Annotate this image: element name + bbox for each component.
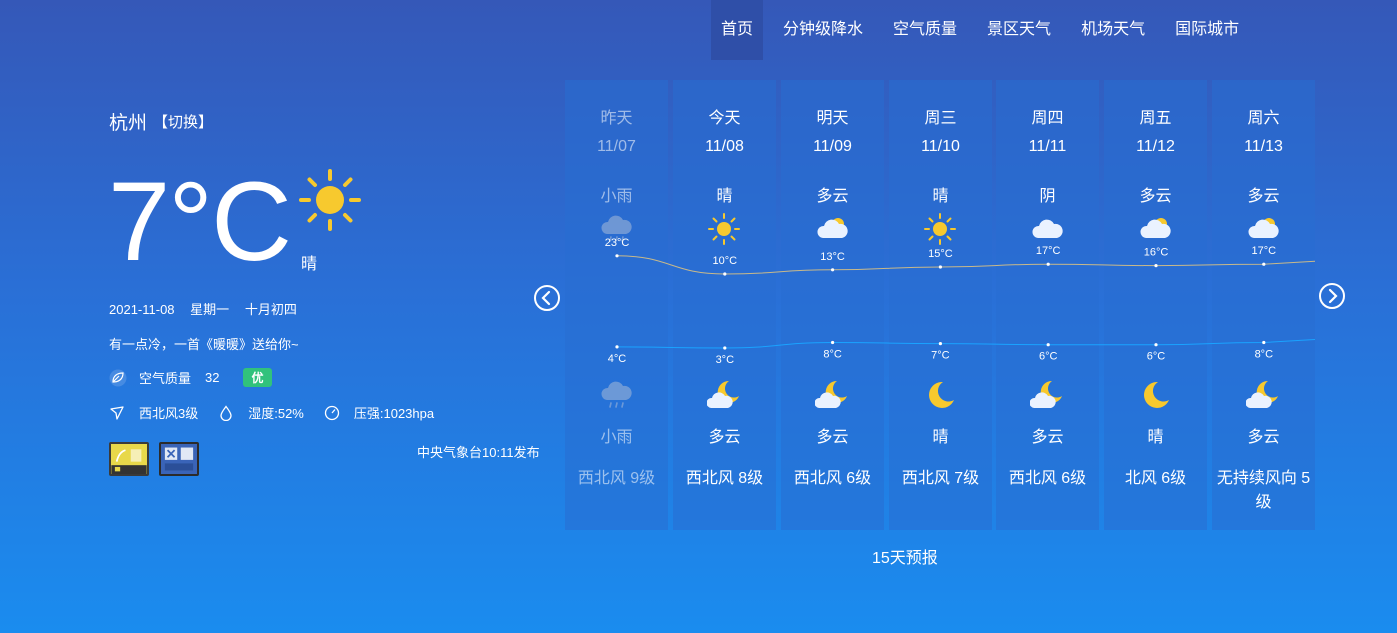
moon-icon: [1144, 381, 1169, 408]
forecast-night-weather: 多云: [1031, 429, 1064, 446]
nav-home[interactable]: 首页: [711, 0, 764, 60]
moon-cloud-icon: [1246, 380, 1278, 408]
forecast-day-weather: 多云: [1139, 188, 1172, 205]
forecast-day-card: 周四 11/11 阴多云西北风 6级: [996, 80, 1099, 530]
forecast-day-weather: 多云: [816, 188, 849, 205]
forecast-date: 11/12: [1136, 138, 1175, 155]
forecast-wind: 西北风 7级: [901, 470, 980, 487]
forecast-night-weather: 晴: [1147, 429, 1164, 446]
info-row: 西北风3级 湿度:52% 压强:1023hpa: [109, 403, 434, 422]
forecast-wind: 西北风 6级: [793, 470, 872, 487]
wind-direction-icon: [110, 405, 124, 420]
current-date: 2021-11-08: [109, 302, 175, 317]
air-quality-value: 32: [205, 370, 220, 385]
city-row: 杭州 【切换】: [109, 108, 213, 135]
forecast-day-weather: 晴: [716, 188, 733, 205]
chevron-right-icon: [1328, 288, 1338, 304]
forecast-date: 11/07: [597, 138, 636, 155]
forecast-date: 11/11: [1028, 138, 1067, 155]
cloud-icon: [1032, 219, 1063, 238]
weather-tip: 有一点冷，一首《暖暖》送给你~: [109, 337, 299, 352]
forecast-wind: 北风 6级: [1124, 470, 1187, 487]
forecast-day-card: 周六 11/13 多云 多云 无持续风向 5级: [1212, 80, 1315, 530]
date-row: 2021-11-08 星期一 十月初四: [109, 299, 297, 318]
moon-cloud-icon: [815, 380, 847, 408]
next-days-button[interactable]: [1319, 283, 1345, 309]
forecast-date: 11/08: [705, 138, 744, 155]
forecast-day-label: 周五: [1139, 110, 1172, 127]
leaf-icon: [109, 369, 127, 386]
sun-icon: [299, 169, 361, 231]
frost-warning-icon[interactable]: [159, 442, 199, 476]
air-quality-row[interactable]: 空气质量 32 优: [109, 368, 272, 387]
forecast-day-label: 明天: [816, 110, 849, 127]
chevron-left-icon: [541, 290, 551, 306]
rain-cloud-icon: [601, 381, 632, 408]
nav-international-cities[interactable]: 国际城市: [1165, 0, 1249, 60]
moon-cloud-icon: [1030, 380, 1062, 408]
air-quality-label: 空气质量: [139, 371, 192, 386]
forecast-day-weather: 小雨: [600, 188, 633, 205]
forecast-wind: 西北风 9级: [577, 470, 656, 487]
publish-info: 中央气象台10:11发布: [417, 445, 540, 460]
forecast-day-label: 今天: [708, 110, 741, 127]
sun-cloud-icon: [1140, 218, 1171, 238]
rain-cloud-icon: [601, 215, 632, 242]
lunar-date: 十月初四: [244, 302, 297, 317]
prev-days-button[interactable]: [534, 285, 560, 311]
moon-icon: [929, 381, 954, 408]
moon-cloud-icon: [707, 380, 739, 408]
forecast-wind: 西北风 6级: [1008, 470, 1087, 487]
forecast-date: 11/09: [813, 138, 852, 155]
forecast-day-weather: 阴: [1039, 188, 1056, 205]
forecast-day-label: 周三: [924, 110, 957, 127]
nav-airport-weather[interactable]: 机场天气: [1071, 0, 1155, 60]
forecast-date: 11/13: [1244, 138, 1283, 155]
forecast-wind: 西北风 8级: [685, 470, 764, 487]
top-nav: 首页 分钟级降水 空气质量 景区天气 机场天气 国际城市: [711, 0, 1249, 60]
current-weekday: 星期一: [190, 302, 230, 317]
air-quality-badge: 优: [243, 368, 272, 387]
fifteen-day-forecast-link[interactable]: 15天预报: [872, 544, 938, 568]
nav-minute-precip[interactable]: 分钟级降水: [773, 0, 873, 60]
forecast-day-label: 周六: [1247, 110, 1280, 127]
humidity-icon: [220, 404, 232, 421]
pressure-gauge-icon: [324, 405, 340, 420]
forecast-day-label: 昨天: [600, 110, 633, 127]
nav-scenic-weather[interactable]: 景区天气: [977, 0, 1061, 60]
forecast-date: 11/10: [921, 138, 960, 155]
forecast-night-weather: 多云: [708, 429, 741, 446]
forecast-day-card: 昨天 11/07 小雨 小雨 西北风 9级: [565, 80, 668, 530]
forecast-night-weather: 小雨: [600, 429, 633, 446]
forecast-day-weather: 多云: [1247, 188, 1280, 205]
sun-icon: [708, 213, 740, 245]
forecast-night-weather: 晴: [932, 429, 949, 446]
nav-air-quality[interactable]: 空气质量: [883, 0, 967, 60]
sun-cloud-icon: [1248, 218, 1279, 238]
switch-city-button[interactable]: 【切换】: [153, 111, 213, 132]
humidity-text: 湿度:52%: [248, 406, 304, 421]
forecast-day-card: 明天 11/09 多云 多云 西北风 6级: [781, 80, 884, 530]
pressure-text: 压强:1023hpa: [353, 406, 435, 421]
forecast-day-weather: 晴: [932, 188, 949, 205]
warning-signal-icon[interactable]: [109, 442, 149, 476]
forecast-day-card: 周三 11/10 晴晴西北风 7级: [889, 80, 992, 530]
city-name: 杭州: [109, 113, 148, 134]
forecast-night-weather: 多云: [1247, 429, 1280, 446]
sun-cloud-icon: [817, 218, 848, 238]
forecast-wind: 无持续风向 5级: [1216, 470, 1311, 511]
forecast-day-card: 今天 11/08 晴多云西北风 8级: [673, 80, 776, 530]
forecast-day-label: 周四: [1031, 110, 1064, 127]
wind-text: 西北风3级: [139, 406, 199, 421]
current-temperature: 7°C: [108, 159, 292, 284]
sun-icon: [924, 213, 956, 245]
forecast-day-card: 周五 11/12 多云晴北风 6级: [1104, 80, 1207, 530]
forecast-night-weather: 多云: [816, 429, 849, 446]
current-weather: 晴: [301, 256, 318, 273]
